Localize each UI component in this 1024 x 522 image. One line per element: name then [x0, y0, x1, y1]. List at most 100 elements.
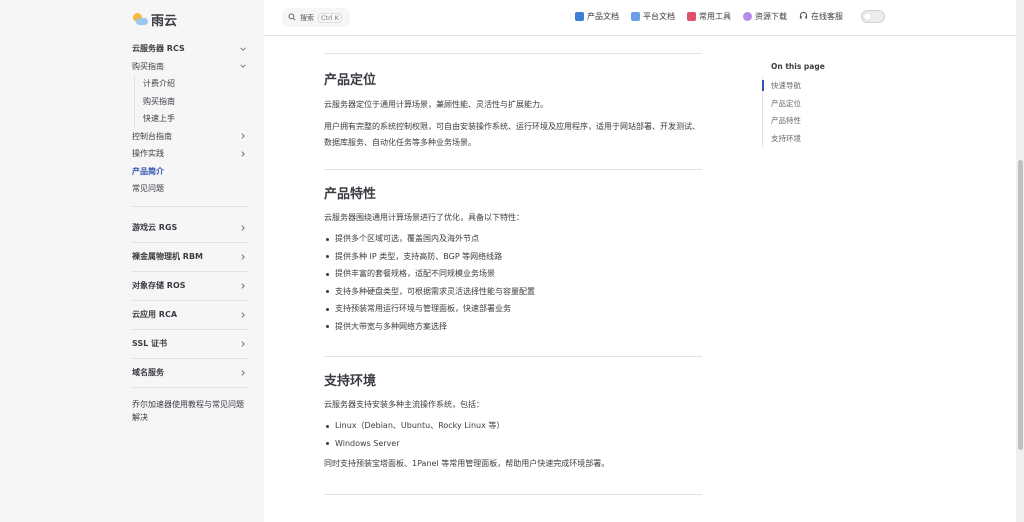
sidebar-section-rca[interactable]: 云应用 RCA [132, 301, 248, 329]
topnav-tools[interactable]: 常用工具 [687, 11, 731, 22]
search-button[interactable]: 搜索 Ctrl K [282, 8, 350, 27]
sidebar-section-rbm[interactable]: 裸金属物理机 RBM [132, 243, 248, 271]
list-item: 支持多种硬盘类型，可根据需求灵活选择性能与容量配置 [324, 283, 702, 301]
sidebar-nav: 云服务器 RCS 购买指南 计费介绍 购买指南 快速上手 控制台指南 操作实践 … [132, 40, 248, 424]
brand-name: 雨云 [151, 14, 178, 29]
sidebar-section-label: 游戏云 RGS [132, 223, 178, 232]
sidebar-section-ssl[interactable]: SSL 证书 [132, 330, 248, 358]
sidebar-item-label: 操作实践 [132, 149, 164, 159]
topnav-label: 资源下载 [755, 12, 787, 21]
theme-toggle[interactable] [861, 10, 885, 23]
sidebar-group-rcs[interactable]: 云服务器 RCS [132, 40, 248, 58]
outline-item-quicknav[interactable]: 快速导航 [771, 77, 882, 95]
toggle-knob [864, 13, 871, 20]
sidebar-item-practice[interactable]: 操作实践 [132, 145, 248, 163]
topnav-downloads[interactable]: 资源下载 [743, 11, 787, 22]
sidebar-item-console[interactable]: 控制台指南 [132, 128, 248, 146]
book-icon [575, 12, 584, 21]
sidebar-section-label: 域名服务 [132, 368, 164, 377]
chevron-right-icon [238, 223, 248, 233]
sidebar-item-label: 购买指南 [132, 61, 164, 71]
outline-item-environment[interactable]: 支持环境 [771, 130, 882, 148]
paragraph: 用户拥有完整的系统控制权限，可自由安装操作系统、运行环境及应用程序，适用于网站部… [324, 122, 700, 147]
chevron-right-icon [238, 310, 248, 320]
search-icon [288, 12, 296, 23]
feature-list: 提供多个区域可选，覆盖国内及海外节点 提供多种 IP 类型，支持高防、BGP 等… [324, 230, 702, 335]
list-item: Linux（Debian、Ubuntu、Rocky Linux 等） [324, 417, 702, 435]
toolbox-icon [687, 12, 696, 21]
paragraph: 同时支持预装宝塔面板、1Panel 等常用管理面板，帮助用户快速完成环境部署。 [324, 459, 610, 468]
sidebar-section-rgs[interactable]: 游戏云 RGS [132, 214, 248, 242]
scrollbar-thumb[interactable] [1017, 160, 1023, 450]
outline-item-positioning[interactable]: 产品定位 [771, 95, 882, 113]
sidebar-group-label: 云服务器 RCS [132, 44, 185, 54]
sidebar-item-quickstart[interactable]: 快速上手 [143, 110, 248, 128]
section-title-environment: 支持环境 [324, 374, 377, 389]
outline-title: On this page [771, 62, 825, 71]
sidebar-section-domain[interactable]: 域名服务 [132, 359, 248, 387]
outline-active-marker [762, 80, 764, 91]
article: 产品定位 云服务器定位于通用计算场景，兼顾性能、灵活性与扩展能力。 用户拥有完整… [324, 36, 702, 495]
os-list: Linux（Debian、Ubuntu、Rocky Linux 等） Windo… [324, 417, 702, 452]
sidebar-section-label: 裸金属物理机 RBM [132, 252, 204, 261]
sidebar-item-label: 计费介绍 [143, 79, 175, 89]
list-item: 提供多个区域可选，覆盖国内及海外节点 [324, 230, 702, 248]
search-label: 搜索 [300, 13, 314, 22]
outline-list: 快速导航 产品定位 产品特性 支持环境 [762, 77, 882, 147]
topnav-product-docs[interactable]: 产品文档 [575, 11, 619, 22]
paragraph: 云服务器定位于通用计算场景，兼顾性能、灵活性与扩展能力。 [324, 100, 548, 109]
sidebar-item-purchase-guide[interactable]: 购买指南 [143, 93, 248, 111]
list-item: 提供多种 IP 类型，支持高防、BGP 等网络线路 [324, 248, 702, 266]
list-item: Windows Server [324, 435, 702, 453]
sidebar-item-label: 产品简介 [132, 166, 164, 176]
topnav-label: 平台文档 [643, 12, 675, 21]
logo[interactable]: 雨云 [132, 10, 177, 29]
sidebar-section-ros[interactable]: 对象存储 ROS [132, 272, 248, 300]
doc-icon [631, 12, 640, 21]
sidebar-section-label: SSL 证书 [132, 339, 168, 348]
section-divider [324, 169, 702, 170]
page-scrollbar[interactable] [1016, 0, 1024, 522]
chevron-right-icon [238, 339, 248, 349]
sidebar-subitems: 计费介绍 购买指南 快速上手 [134, 75, 248, 128]
sidebar-section-label: 云应用 RCA [132, 310, 178, 319]
chevron-right-icon [238, 131, 248, 141]
section-title-positioning: 产品定位 [324, 73, 377, 88]
download-icon [743, 12, 752, 21]
sidebar-item-intro[interactable]: 产品简介 [132, 163, 248, 181]
sidebar-item-purchase[interactable]: 购买指南 [132, 58, 248, 76]
sidebar-item-label: 快速上手 [143, 114, 175, 124]
topnav-support[interactable]: 在线客服 [799, 11, 843, 22]
topnav-label: 在线客服 [811, 12, 843, 21]
topnav-platform-docs[interactable]: 平台文档 [631, 11, 675, 22]
headset-icon [799, 11, 808, 22]
section-title-features: 产品特性 [324, 187, 377, 202]
chevron-right-icon [238, 149, 248, 159]
paragraph: 云服务器围绕通用计算场景进行了优化，具备以下特性： [324, 213, 524, 222]
top-nav: 产品文档 平台文档 常用工具 资源下载 在线客服 [575, 11, 843, 22]
search-shortcut: Ctrl K [318, 12, 342, 23]
sidebar: 雨云 云服务器 RCS 购买指南 计费介绍 购买指南 快速上手 控制台指南 操作… [0, 0, 264, 522]
sidebar-divider [132, 386, 248, 388]
section-divider [324, 494, 702, 495]
list-item: 提供大带宽与多种网络方案选择 [324, 318, 702, 336]
topnav-label: 产品文档 [587, 12, 619, 21]
logo-icon [132, 12, 148, 28]
list-item: 提供丰富的套餐规格，适配不同规模业务场景 [324, 265, 702, 283]
top-bar: 搜索 Ctrl K 产品文档 平台文档 常用工具 资源下载 在线客服 [264, 0, 1016, 36]
sidebar-item-faq[interactable]: 常见问题 [132, 180, 248, 198]
sidebar-item-billing[interactable]: 计费介绍 [143, 75, 248, 93]
paragraph: 云服务器支持安装多种主流操作系统，包括： [324, 400, 484, 409]
sidebar-divider [132, 205, 248, 207]
list-item: 支持预装常用运行环境与管理面板，快速部署业务 [324, 300, 702, 318]
chevron-right-icon [238, 281, 248, 291]
section-divider [324, 53, 702, 54]
topnav-label: 常用工具 [699, 12, 731, 21]
chevron-right-icon [238, 252, 248, 262]
outline-item-features[interactable]: 产品特性 [771, 112, 882, 130]
sidebar-section-label: 对象存储 ROS [132, 281, 186, 290]
sidebar-footer-link[interactable]: 乔尔加速器使用教程与常见问题解决 [132, 398, 248, 424]
sidebar-item-label: 常见问题 [132, 184, 164, 194]
chevron-down-icon [238, 44, 248, 54]
section-divider [324, 356, 702, 357]
